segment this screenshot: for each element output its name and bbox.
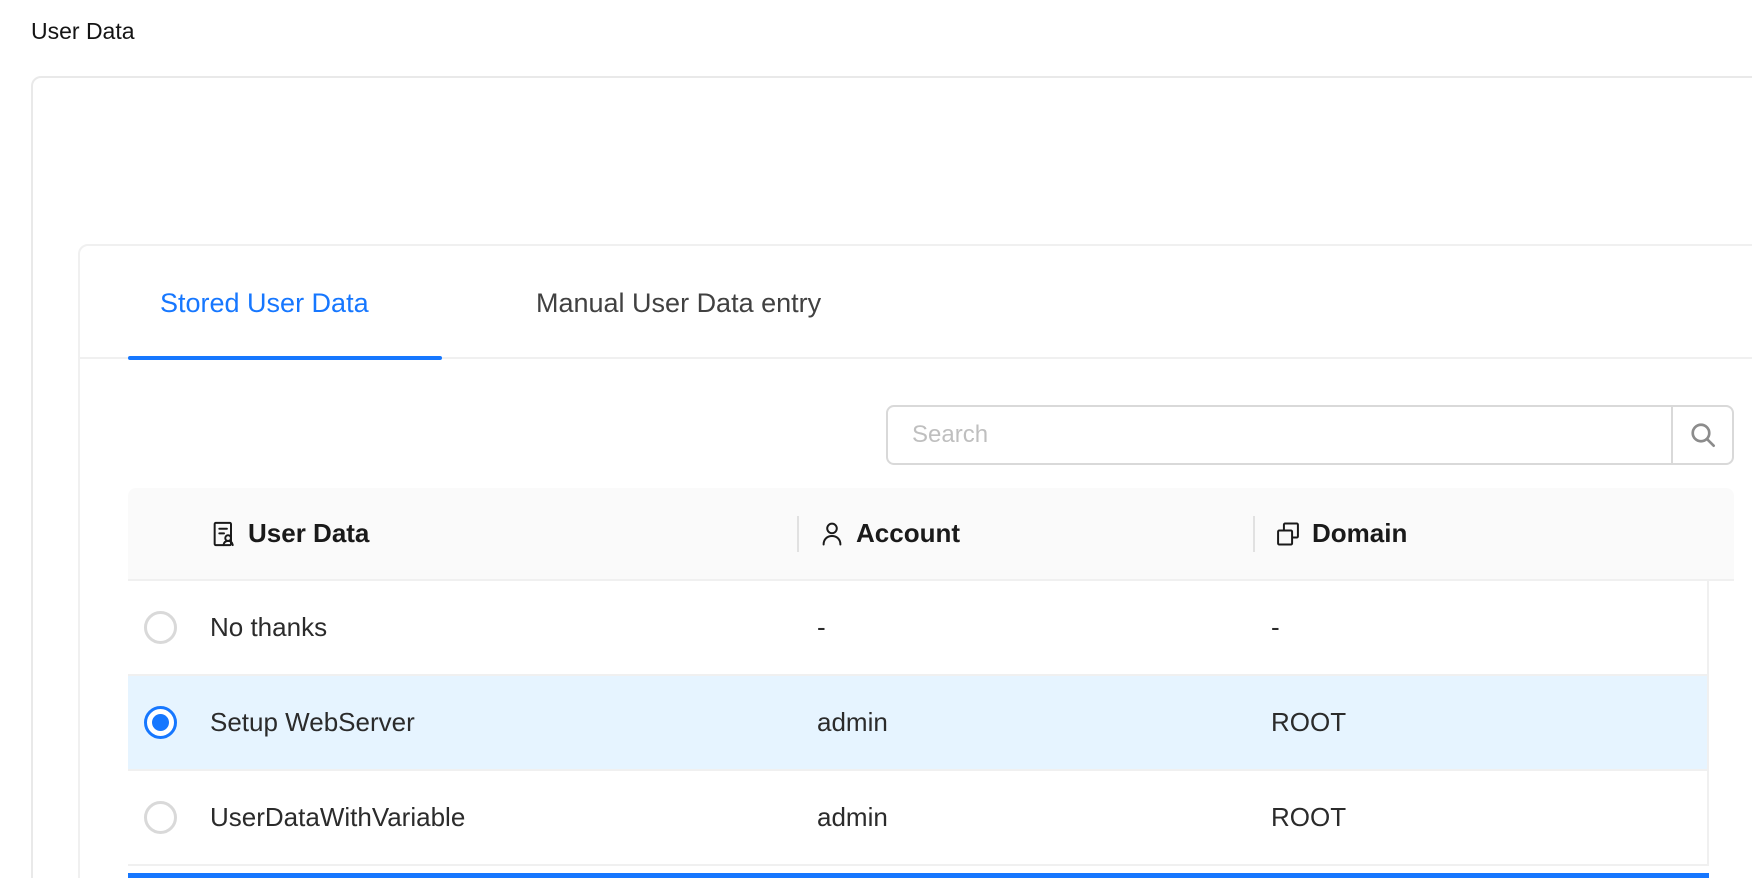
- column-header-account: Account: [818, 488, 960, 579]
- bottom-blue-bar: [128, 873, 1709, 878]
- overlapping-squares-icon: [1274, 520, 1302, 548]
- column-label: Domain: [1312, 518, 1407, 549]
- tab-stored-user-data[interactable]: Stored User Data: [160, 287, 369, 319]
- column-header-domain: Domain: [1274, 488, 1407, 579]
- table-row-userdatawithvariable[interactable]: UserDataWithVariable admin ROOT: [128, 771, 1709, 866]
- column-separator: [797, 516, 799, 552]
- column-separator: [1253, 516, 1255, 552]
- cell-account: admin: [817, 676, 888, 769]
- search-icon: [1687, 419, 1719, 451]
- table-body: No thanks - - Setup WebServer admin ROOT…: [128, 581, 1709, 866]
- cell-domain: -: [1271, 581, 1280, 674]
- search-input[interactable]: [886, 405, 1673, 465]
- person-icon: [818, 520, 846, 548]
- cell-account: admin: [817, 771, 888, 864]
- table-body-right-border: [1707, 581, 1709, 866]
- table-header: User Data Account Domain: [128, 488, 1734, 581]
- column-header-user-data: User Data: [210, 488, 369, 579]
- cell-user-data: No thanks: [210, 581, 327, 674]
- cell-user-data: UserDataWithVariable: [210, 771, 465, 864]
- table-row-no-thanks[interactable]: No thanks - -: [128, 581, 1709, 676]
- column-label: User Data: [248, 518, 369, 549]
- page: User Data Stored User Data Manual User D…: [0, 0, 1752, 878]
- page-title: User Data: [31, 17, 135, 45]
- user-data-document-icon: [210, 520, 238, 548]
- active-tab-ink-bar: [128, 356, 442, 360]
- table-row-setup-webserver[interactable]: Setup WebServer admin ROOT: [128, 676, 1709, 771]
- radio-unchecked[interactable]: [144, 611, 177, 644]
- search-bar: [886, 405, 1734, 465]
- cell-domain: ROOT: [1271, 676, 1346, 769]
- cell-user-data: Setup WebServer: [210, 676, 415, 769]
- column-label: Account: [856, 518, 960, 549]
- radio-checked[interactable]: [144, 706, 177, 739]
- radio-unchecked[interactable]: [144, 801, 177, 834]
- cell-domain: ROOT: [1271, 771, 1346, 864]
- cell-account: -: [817, 581, 826, 674]
- tab-manual-user-data-entry[interactable]: Manual User Data entry: [536, 287, 821, 319]
- search-button[interactable]: [1671, 405, 1734, 465]
